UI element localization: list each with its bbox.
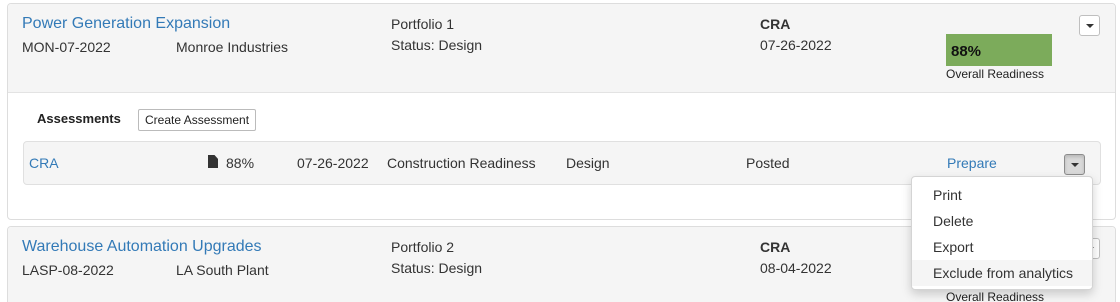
- project-portfolio: Portfolio 2: [391, 239, 455, 255]
- project-portfolio: Portfolio 1: [391, 16, 455, 32]
- readiness-label: Overall Readiness: [946, 290, 1045, 302]
- assessment-type: CRA: [760, 239, 791, 255]
- assessment-kind: Construction Readiness: [387, 155, 536, 171]
- assessment-row-date: 07-26-2022: [297, 155, 369, 171]
- project-header: Power Generation Expansion MON-07-2022 M…: [8, 4, 1115, 93]
- menu-item-delete[interactable]: Delete: [912, 208, 1092, 234]
- project-options-button[interactable]: [1079, 15, 1100, 36]
- menu-item-export[interactable]: Export: [912, 234, 1092, 260]
- assessment-phase: Design: [566, 155, 610, 171]
- prepare-link[interactable]: Prepare: [947, 155, 997, 171]
- assessment-actions-menu: Print Delete Export Exclude from analyti…: [911, 176, 1093, 290]
- project-status: Status: Design: [391, 37, 483, 53]
- project-company: LA South Plant: [176, 262, 269, 278]
- create-assessment-button[interactable]: Create Assessment: [138, 109, 257, 131]
- project-code: MON-07-2022: [22, 39, 111, 55]
- project-code: LASP-08-2022: [22, 262, 114, 278]
- menu-item-print[interactable]: Print: [912, 182, 1092, 208]
- assessment-options-button[interactable]: [1064, 154, 1085, 175]
- assessment-date: 07-26-2022: [760, 37, 832, 53]
- project-company: Monroe Industries: [176, 39, 289, 55]
- readiness-bar: 88%: [946, 34, 1052, 66]
- readiness-value: 88%: [951, 43, 982, 60]
- assessment-type: CRA: [760, 16, 791, 32]
- assessment-date: 08-04-2022: [760, 260, 832, 276]
- assessments-label: Assessments: [37, 111, 121, 126]
- file-icon: [208, 155, 218, 168]
- project-title-link[interactable]: Power Generation Expansion: [22, 15, 230, 33]
- project-status: Status: Design: [391, 260, 483, 276]
- assessment-score: 88%: [226, 155, 255, 171]
- readiness-label: Overall Readiness: [946, 67, 1045, 81]
- menu-item-exclude-from-analytics[interactable]: Exclude from analytics: [912, 260, 1092, 286]
- project-title-link[interactable]: Warehouse Automation Upgrades: [22, 238, 262, 256]
- assessment-status: Posted: [746, 155, 790, 171]
- assessment-name-link[interactable]: CRA: [29, 155, 59, 171]
